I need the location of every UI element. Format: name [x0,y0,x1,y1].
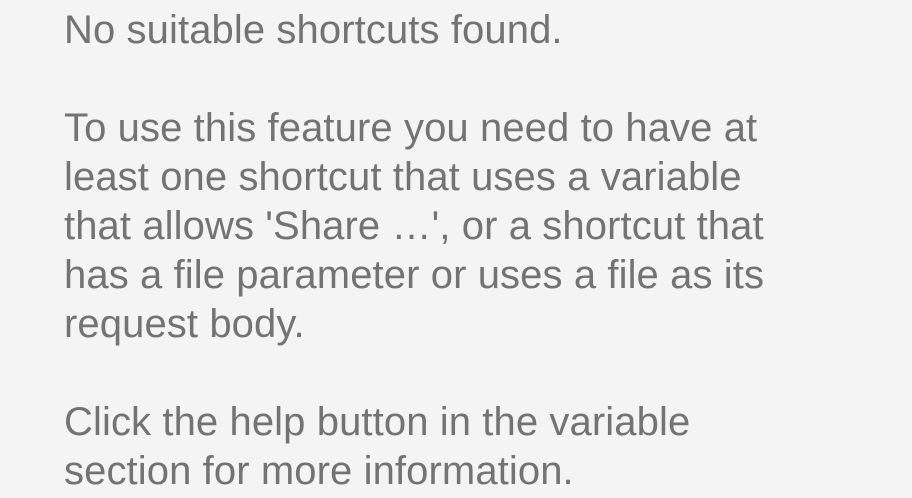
explanation-line: has a file parameter or uses a file as i… [64,253,765,297]
no-shortcuts-message: No suitable shortcuts found. [64,8,563,52]
explanation-line: that allows 'Share …', or a shortcut tha… [64,204,764,248]
help-hint: Click the help button in the variable se… [64,398,864,496]
feature-explanation: To use this feature you need to have at … [64,104,864,349]
explanation-line: least one shortcut that uses a variable [64,155,742,199]
help-line: Click the help button in the variable [64,400,691,444]
explanation-line: request body. [64,302,305,346]
help-line: section for more information. [64,449,574,493]
dialog-message: No suitable shortcuts found. To use this… [64,6,864,496]
explanation-line: To use this feature you need to have at [64,106,758,150]
